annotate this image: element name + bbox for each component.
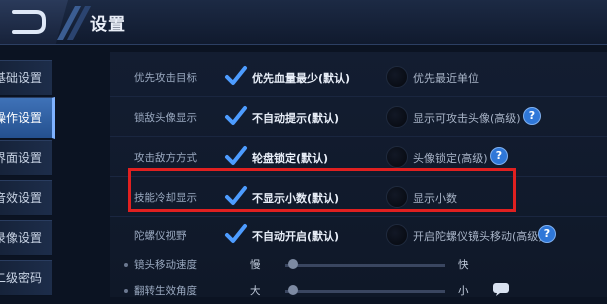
divider [110,96,607,97]
divider [110,136,607,137]
checkbox-checked[interactable] [224,144,248,168]
option-alt-label: 头像锁定(高级) [413,152,488,165]
checkmark-icon [225,146,247,165]
sidebar: 基础设置 操作设置 界面设置 音效设置 录像设置 二级密码 [0,52,55,297]
top-bar: 设置 [0,0,607,45]
radio-unchecked[interactable] [386,224,408,246]
help-icon[interactable]: ? [490,147,508,165]
help-icon[interactable]: ? [538,225,556,243]
sidebar-item-replay[interactable]: 录像设置 [0,220,52,256]
slider-max-label: 快 [458,259,469,271]
checkmark-icon [225,66,247,85]
slider-min-label: 大 [250,285,261,297]
radio-unchecked[interactable] [386,106,408,128]
back-arrow-icon [12,10,46,34]
setting-row-gyroscope: 陀螺仪视野 不自动开启(默认) 开启陀螺仪镜头移动(高级) ? [110,216,607,256]
slider-min-label: 慢 [250,259,261,271]
option-default-label: 轮盘锁定(默认) [252,152,329,165]
highlight-box [128,168,516,212]
bullet-dot [124,289,128,293]
slider-label: 镜头移动速度 [134,259,197,271]
option-default-label: 不自动提示(默认) [252,112,340,125]
sidebar-item-controls[interactable]: 操作设置 [0,97,55,139]
slider-max-label: 小 [458,285,469,297]
option-alt-label: 开启陀螺仪镜头移动(高级) [413,230,543,243]
checkmark-icon [225,224,247,243]
setting-row-lock-avatar: 锁敌头像显示 不自动提示(默认) 显示可攻击头像(高级) ? [110,98,607,138]
checkbox-checked[interactable] [224,64,248,88]
bullet-dot [124,263,128,267]
checkbox-checked[interactable] [224,104,248,128]
slider-knob[interactable] [288,259,298,269]
slider-knob[interactable] [288,285,298,295]
setting-label: 优先攻击目标 [134,72,197,84]
option-default-label: 优先血量最少(默认) [252,72,351,85]
slider-row-camera-speed: 镜头移动速度 慢 快 [110,254,607,278]
page-title: 设置 [90,15,126,35]
slider-track[interactable] [285,290,445,293]
sidebar-item-basic[interactable]: 基础设置 [0,60,52,96]
checkbox-checked[interactable] [224,222,248,246]
help-icon[interactable]: ? [523,107,541,125]
checkmark-icon [225,106,247,125]
radio-unchecked[interactable] [386,66,408,88]
option-default-label: 不自动开启(默认) [252,230,340,243]
slider-label: 翻转生效角度 [134,285,197,297]
radio-unchecked[interactable] [386,146,408,168]
setting-row-attack-target: 优先攻击目标 优先血量最少(默认) 优先最近单位 [110,58,607,98]
chat-icon[interactable] [492,282,510,297]
sidebar-item-password[interactable]: 二级密码 [0,260,52,296]
setting-label: 陀螺仪视野 [134,230,187,242]
slider-row-flip-angle: 翻转生效角度 大 小 [110,280,607,304]
setting-label: 攻击敌方方式 [134,152,197,164]
sidebar-item-interface[interactable]: 界面设置 [0,140,52,176]
slider-track[interactable] [285,264,445,267]
option-alt-label: 显示可攻击头像(高级) [413,112,521,125]
sidebar-item-sound[interactable]: 音效设置 [0,180,52,216]
option-alt-label: 优先最近单位 [413,72,479,85]
setting-label: 锁敌头像显示 [134,112,197,124]
